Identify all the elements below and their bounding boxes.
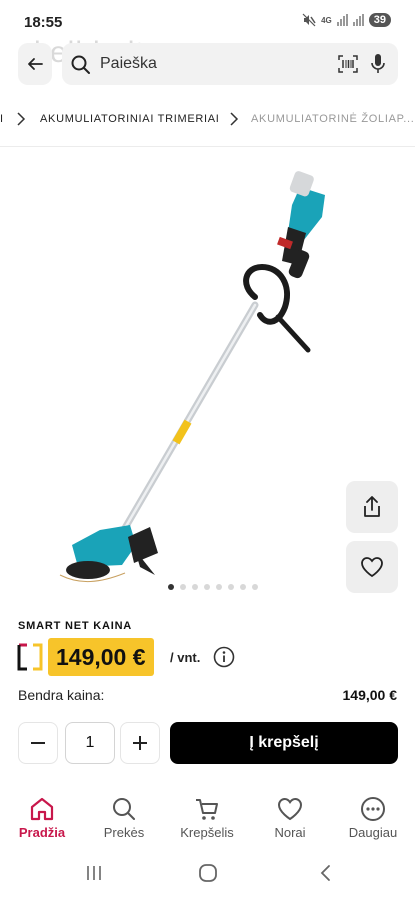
gallery-dot[interactable] [216, 584, 222, 590]
back-button[interactable] [18, 43, 52, 85]
signal-icon-2 [352, 14, 364, 26]
nav-label-wishlist: Norai [274, 825, 306, 840]
price-badge: 149,00 € [48, 638, 154, 676]
network-type: 4G [321, 15, 332, 25]
recent-apps-icon [87, 866, 101, 880]
barcode-scan-icon[interactable] [338, 55, 358, 73]
nav-item-more[interactable]: Daugiau [333, 795, 413, 840]
total-price-value: 149,00 € [342, 687, 398, 703]
chevron-right-icon [230, 112, 239, 126]
divider [0, 146, 415, 147]
search-bar[interactable]: Paieška [62, 43, 398, 85]
gallery-dot[interactable] [180, 584, 186, 590]
gallery-dot[interactable] [228, 584, 234, 590]
back-arrow-icon [28, 58, 43, 70]
battery-indicator: 39 [368, 13, 391, 27]
info-icon[interactable] [213, 646, 235, 668]
heart-icon [361, 557, 383, 578]
quantity-decrease-button[interactable] [18, 722, 58, 764]
gallery-dot[interactable] [168, 584, 174, 590]
nav-label-cart: Krepšelis [180, 825, 234, 840]
mute-icon [302, 13, 316, 27]
price-unit: / vnt. [170, 650, 201, 665]
add-to-cart-button[interactable]: Į krepšelį [170, 722, 398, 764]
bottom-nav: Pradžia Prekės Krepšelis Norai Daugiau [0, 783, 415, 843]
search-input[interactable]: Paieška [100, 55, 157, 73]
quantity-increase-button[interactable] [120, 722, 160, 764]
breadcrumb: I AKUMULIATORINIAI TRIMERIAI AKUMULIATOR… [0, 104, 415, 136]
nav-label-home: Pradžia [18, 825, 66, 840]
home-system-button[interactable] [198, 863, 218, 888]
smart-net-logo-icon [17, 643, 43, 671]
quantity-input[interactable] [65, 722, 115, 764]
cart-icon [196, 799, 218, 820]
share-icon [364, 496, 380, 517]
more-icon [361, 797, 385, 821]
chevron-right-icon [17, 112, 26, 126]
search-icon [113, 798, 135, 820]
search-icon [71, 55, 90, 74]
back-chevron-icon [320, 865, 330, 881]
share-button[interactable] [346, 481, 398, 533]
plus-icon [133, 736, 147, 750]
breadcrumb-item-trimmers[interactable]: AKUMULIATORINIAI TRIMERIAI [40, 113, 220, 125]
signal-icon [336, 14, 348, 26]
system-back-button[interactable] [316, 863, 336, 888]
status-time: 18:55 [24, 14, 63, 31]
nav-label-products: Prekės [103, 825, 145, 840]
nav-item-home[interactable]: Pradžia [2, 795, 82, 840]
minus-icon [31, 742, 45, 744]
recent-apps-button[interactable] [84, 863, 104, 888]
gallery-pagination[interactable] [168, 584, 258, 590]
microphone-icon[interactable] [370, 53, 386, 75]
gallery-dot[interactable] [240, 584, 246, 590]
nav-item-products[interactable]: Prekės [84, 795, 164, 840]
nav-item-wishlist[interactable]: Norai [250, 795, 330, 840]
product-image[interactable] [30, 165, 340, 595]
gallery-dot[interactable] [204, 584, 210, 590]
nav-label-more: Daugiau [348, 825, 398, 840]
gallery-dot[interactable] [192, 584, 198, 590]
nav-item-cart[interactable]: Krepšelis [167, 795, 247, 840]
breadcrumb-item-current: AKUMULIATORINĖ ŽOLIAP... [251, 113, 415, 125]
home-circle-icon [199, 864, 217, 882]
heart-icon [277, 797, 303, 821]
status-icons: 4G 39 [302, 13, 391, 27]
price-label: SMART NET KAINA [18, 620, 133, 632]
gallery-dot[interactable] [252, 584, 258, 590]
breadcrumb-item-previous[interactable]: I [0, 113, 4, 125]
total-price-label: Bendra kaina: [18, 687, 105, 703]
home-icon [30, 797, 54, 821]
favorite-button[interactable] [346, 541, 398, 593]
system-nav-bar [0, 855, 415, 895]
